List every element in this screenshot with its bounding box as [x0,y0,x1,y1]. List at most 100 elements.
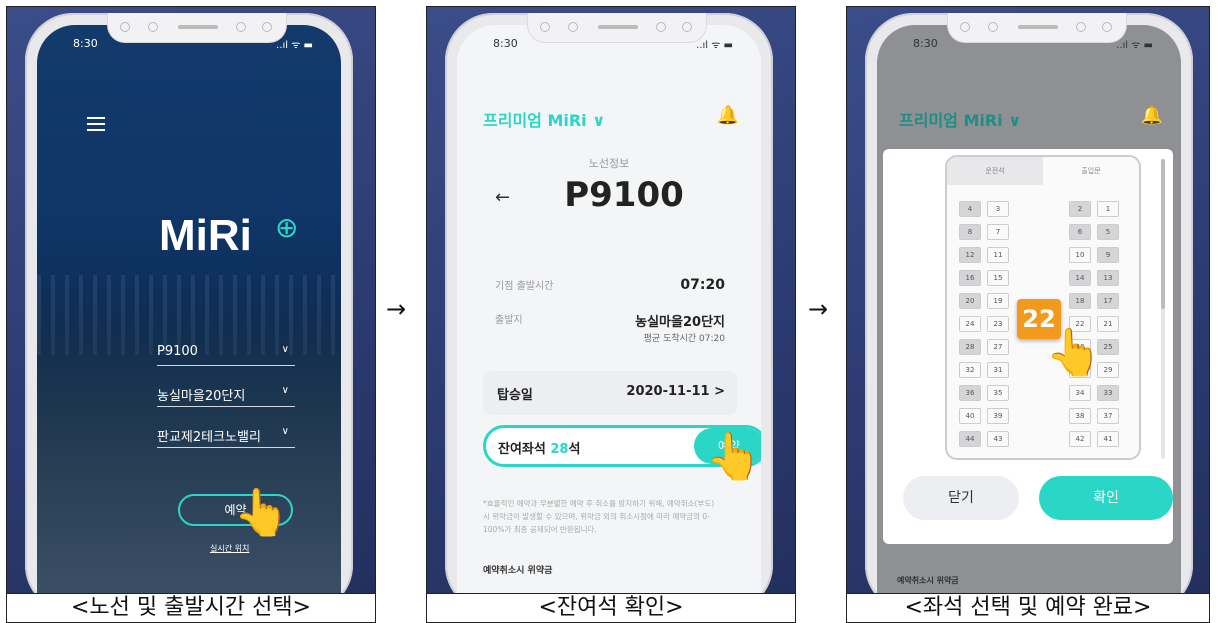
menu-icon[interactable] [87,117,105,131]
status-time: 8:30 [913,37,938,50]
brand-menu[interactable]: 프리미엄 MiRi ∨ [483,107,605,131]
seat[interactable]: 37 [1097,408,1119,424]
seat[interactable]: 38 [1069,408,1091,424]
arrival-note: 평균 도착시간 07:20 [643,334,725,344]
origin-value: 농실마을20단지 [157,389,246,404]
destination-value: 판교제2테크노밸리 [157,430,261,445]
phone-notch [527,13,707,43]
panel-seat-select: 8:30 ..ıl ᯤ ▬ 프리미엄 MiRi ∨ 🔔 운전석 출입문 4387… [846,6,1210,594]
phone-screen: 8:30 ..ıl ᯤ ▬ MiRi ⊕ P9100 ∨ 농실마을20단지 ∨ 판교… [37,25,341,593]
status-time: 8:30 [493,37,518,50]
seat[interactable]: 7 [987,224,1009,240]
seat[interactable]: 41 [1097,431,1119,447]
seat[interactable]: 5 [1097,224,1119,240]
phone-frame: 8:30 ..ıl ᯤ ▬ MiRi ⊕ P9100 ∨ 농실마을20단지 ∨ 판교… [25,13,353,593]
first-departure-time: 07:20 [680,277,725,293]
logo-plus-icon: ⊕ [275,211,299,244]
seat[interactable]: 19 [987,293,1009,309]
caption-1: <노선 및 출발시간 선택> [6,594,376,623]
remaining-count: 28 [550,442,569,457]
panel-route-selection: 8:30 ..ıl ᯤ ▬ MiRi ⊕ P9100 ∨ 농실마을20단지 ∨ 판교… [6,6,376,594]
bell-icon[interactable]: 🔔 [1141,105,1163,126]
boarding-date: 2020-11-11 > [626,384,725,399]
seat[interactable]: 10 [1069,247,1091,263]
route-value: P9100 [157,344,198,359]
route-number: P9100 [564,175,684,215]
seat[interactable]: 28 [959,339,981,355]
origin-select[interactable]: 농실마을20단지 ∨ [157,381,295,407]
seat[interactable]: 4 [959,201,981,217]
seat[interactable]: 17 [1097,293,1119,309]
phone-frame: 8:30 ..ıl ᯤ ▬ 프리미엄 MiRi ∨ 🔔 노선정보 ← P9100… [445,13,773,593]
seat[interactable]: 13 [1097,270,1119,286]
tab-door: 출입문 [1081,167,1101,175]
remaining-label: 잔여좌석 28석 [498,442,581,457]
caption-3: <좌석 선택 및 예약 완료> [846,594,1210,623]
origin-value: 농실마을20단지 [635,315,725,330]
phone-notch [947,13,1127,43]
seat[interactable]: 1 [1097,201,1119,217]
seat[interactable]: 3 [987,201,1009,217]
route-select[interactable]: P9100 ∨ [157,340,295,366]
seat[interactable]: 31 [987,362,1009,378]
seat[interactable]: 43 [987,431,1009,447]
phone-frame: 8:30 ..ıl ᯤ ▬ 프리미엄 MiRi ∨ 🔔 운전석 출입문 4387… [865,13,1193,593]
brand-menu[interactable]: 프리미엄 MiRi ∨ [899,107,1021,131]
status-signal: ..ıl ᯤ ▬ [1116,40,1153,51]
seat[interactable]: 12 [959,247,981,263]
chevron-down-icon: ∨ [281,344,289,355]
status-time: 8:30 [73,37,98,50]
caption-2: <잔여석 확인> [426,594,796,623]
arrow-right-icon: → [808,295,829,323]
seat[interactable]: 15 [987,270,1009,286]
chevron-down-icon: ∨ [281,385,289,396]
seat[interactable]: 35 [987,385,1009,401]
seat[interactable]: 44 [959,431,981,447]
section-title: 노선정보 [588,157,630,170]
penalty-title: 예약취소시 위약금 [483,566,553,576]
phone-notch [107,13,287,43]
seat[interactable]: 18 [1069,293,1091,309]
confirm-button[interactable]: 확인 [1039,476,1173,520]
seat[interactable]: 2 [1069,201,1091,217]
arrow-right-icon: → [386,295,407,323]
seat[interactable]: 23 [987,316,1009,332]
seat[interactable]: 36 [959,385,981,401]
chevron-down-icon: ∨ [281,426,289,437]
bell-icon[interactable]: 🔔 [717,105,739,126]
seat[interactable]: 34 [1069,385,1091,401]
phone-screen: 8:30 ..ıl ᯤ ▬ 프리미엄 MiRi ∨ 🔔 노선정보 ← P9100… [457,25,761,593]
seat[interactable]: 40 [959,408,981,424]
seat[interactable]: 20 [959,293,981,309]
status-signal: ..ıl ᯤ ▬ [696,40,733,51]
tap-hand-icon: 👆 [705,429,761,483]
seat[interactable]: 24 [959,316,981,332]
scrollbar[interactable] [1161,159,1165,459]
tap-hand-icon: 👆 [233,485,291,539]
seat[interactable]: 14 [1069,270,1091,286]
panel-seat-check: 8:30 ..ıl ᯤ ▬ 프리미엄 MiRi ∨ 🔔 노선정보 ← P9100… [426,6,796,594]
seat[interactable]: 33 [1097,385,1119,401]
boarding-label: 탑승일 [497,388,533,403]
seat[interactable]: 32 [959,362,981,378]
notice-text: *효율적인 예약과 무분별한 예약 후 취소를 방지하기 위해, 예약취소(부도… [483,499,715,534]
tap-hand-icon: 👆 [1045,325,1103,379]
seat[interactable]: 42 [1069,431,1091,447]
close-button[interactable]: 닫기 [903,476,1019,520]
seat-select-modal: 운전석 출입문 4 3 8 7 12 11 16 15 20 19 24 23 28 27 32 31 36 35… [883,149,1173,544]
live-location-link[interactable]: 실시간 위치 [210,543,249,554]
first-departure-label: 기점 출발시간 [495,281,554,292]
origin-label: 출발지 [495,315,523,326]
seat[interactable]: 6 [1069,224,1091,240]
seat[interactable]: 16 [959,270,981,286]
phone-screen: 8:30 ..ıl ᯤ ▬ 프리미엄 MiRi ∨ 🔔 운전석 출입문 4387… [877,25,1181,593]
destination-select[interactable]: 판교제2테크노밸리 ∨ [157,422,295,448]
seat[interactable]: 9 [1097,247,1119,263]
seat[interactable]: 39 [987,408,1009,424]
seat[interactable]: 8 [959,224,981,240]
status-signal: ..ıl ᯤ ▬ [276,40,313,51]
penalty-title: 예약취소시 위약금 [897,576,959,585]
boarding-date-card[interactable]: 탑승일 2020-11-11 > [483,371,737,415]
seat[interactable]: 11 [987,247,1009,263]
seat[interactable]: 27 [987,339,1009,355]
